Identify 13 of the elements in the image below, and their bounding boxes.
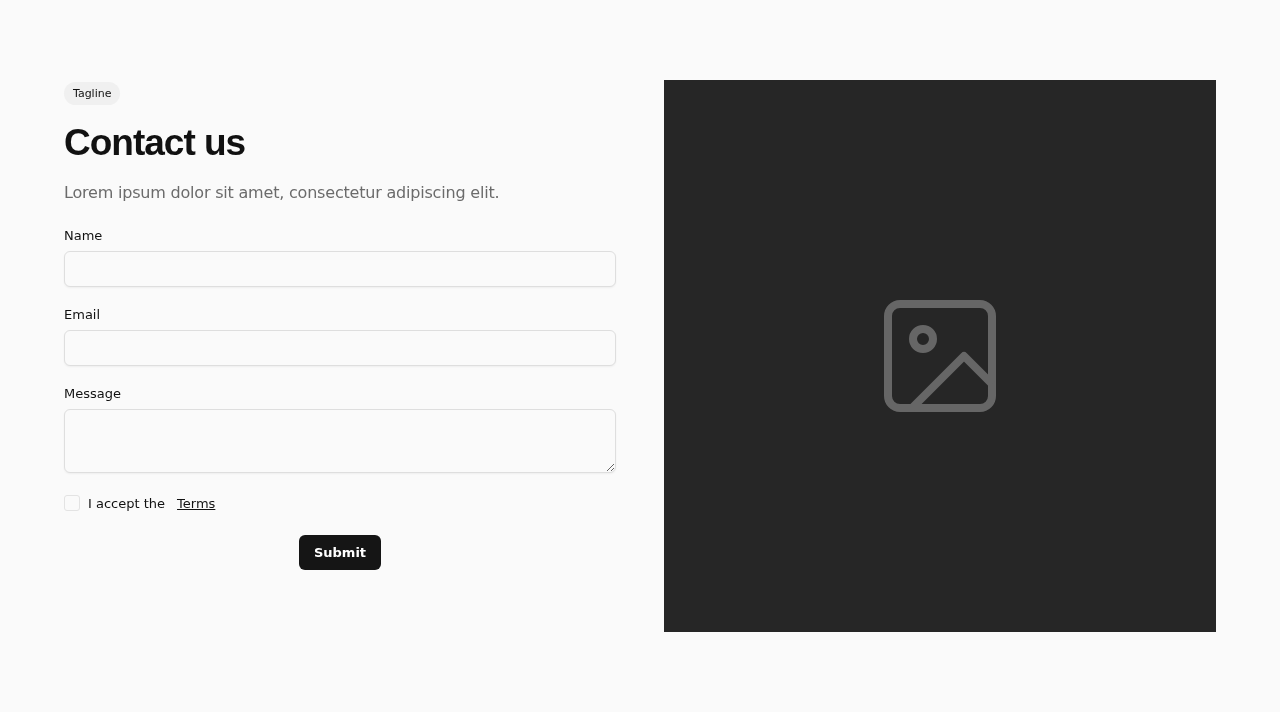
- field-label: Name: [64, 228, 104, 243]
- input-field[interactable]: [64, 251, 616, 287]
- terms-link[interactable]: Terms: [177, 495, 216, 511]
- tagline-badge: Tagline: [64, 82, 121, 105]
- submit-button[interactable]: Submit: [298, 535, 382, 570]
- input-field[interactable]: [64, 330, 616, 366]
- message-field[interactable]: [64, 409, 616, 473]
- field-label: Message: [64, 386, 122, 401]
- image-placeholder-icon: [884, 300, 996, 412]
- page-title: Contact us: [64, 121, 246, 165]
- field-label: Email: [64, 307, 102, 322]
- subtitle: Lorem ipsum dolor sit amet, consectetur adipiscing elit.: [64, 183, 500, 202]
- terms-label: I accept the: [88, 495, 166, 511]
